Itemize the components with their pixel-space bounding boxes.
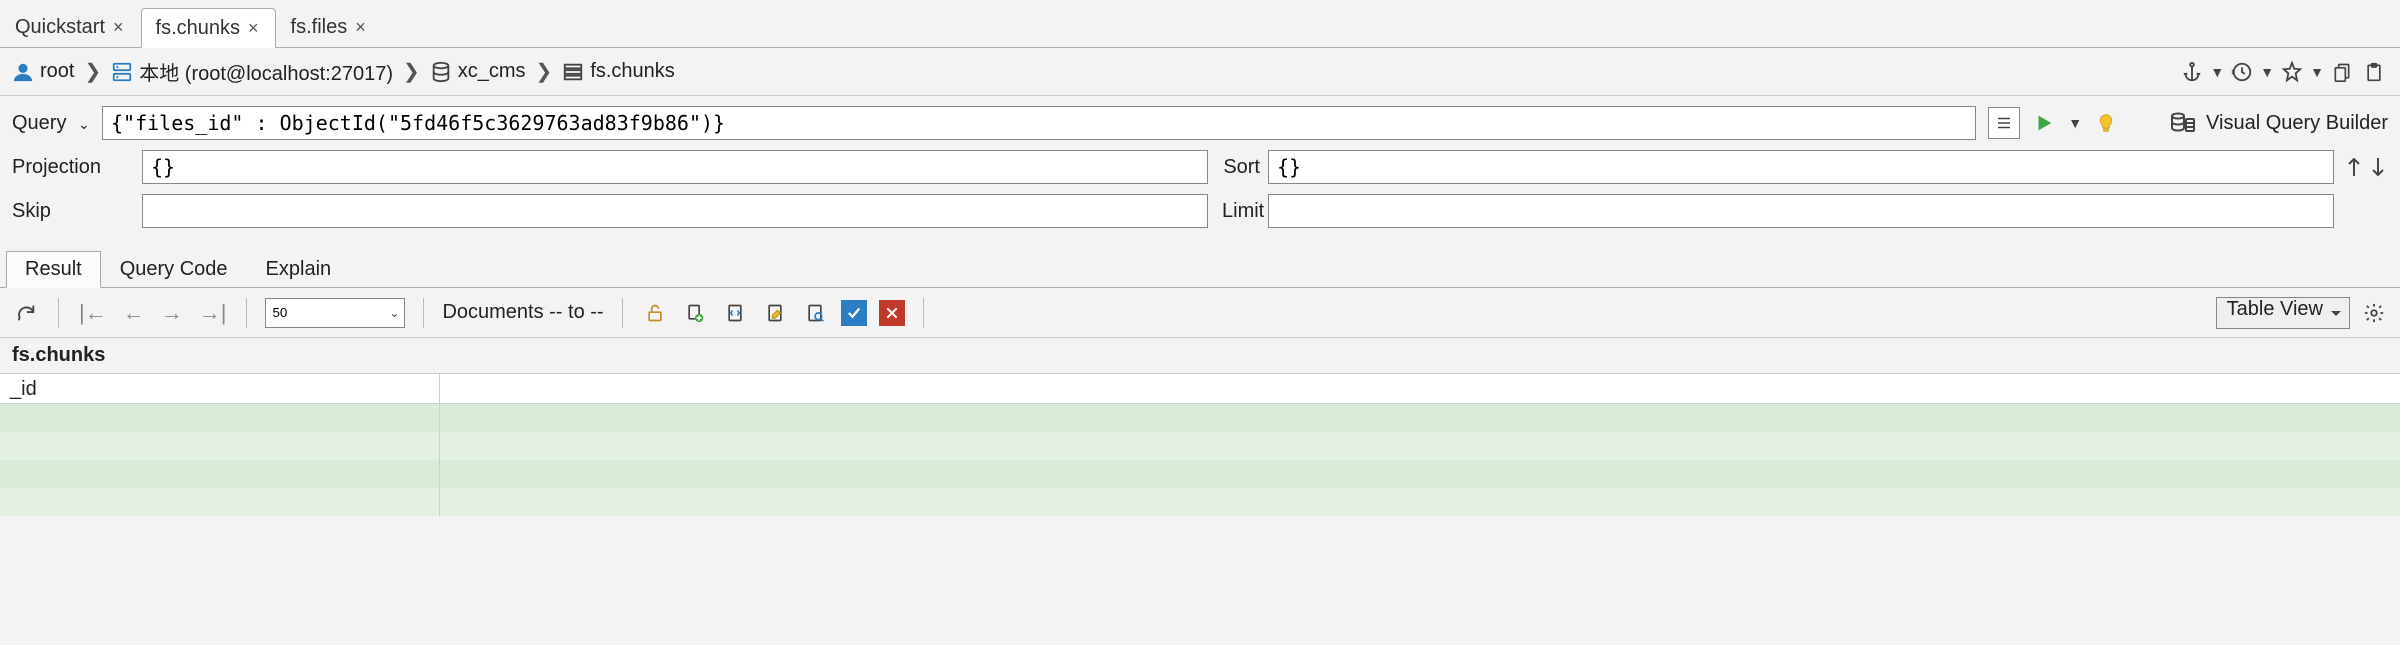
chevron-right-icon: ❯ (532, 59, 557, 84)
skip-input[interactable] (142, 194, 1208, 228)
separator (423, 298, 424, 328)
separator (246, 298, 247, 328)
dropdown-caret-icon[interactable]: ▼ (2260, 64, 2274, 80)
tab-label: Quickstart (15, 16, 105, 39)
query-label: Query ⌄ (12, 112, 102, 135)
edit-document-icon[interactable] (761, 299, 789, 327)
projection-input[interactable] (142, 150, 1208, 184)
result-tab-explain[interactable]: Explain (247, 251, 351, 287)
chevron-right-icon: ❯ (399, 59, 424, 84)
table-row[interactable] (0, 432, 2400, 460)
close-icon[interactable]: × (355, 17, 366, 38)
validate-icon[interactable] (841, 300, 867, 326)
chevron-down-icon[interactable]: ⌄ (72, 116, 90, 132)
skip-label: Skip (12, 200, 142, 223)
sort-label: Sort (1208, 156, 1268, 179)
breadcrumb-connection[interactable]: 本地 (root@localhost:27017) (139, 57, 393, 86)
grid-collection-title: fs.chunks (0, 338, 2400, 374)
breadcrumb-bar: root ❯ 本地 (root@localhost:27017) ❯ xc_cm… (0, 48, 2400, 96)
result-grid: _id (0, 374, 2400, 516)
delete-icon[interactable] (879, 300, 905, 326)
visual-builder-icon (2170, 111, 2196, 135)
copy-icon[interactable] (2328, 58, 2356, 86)
tab-quickstart[interactable]: Quickstart × (0, 7, 141, 47)
projection-label: Projection (12, 156, 142, 179)
chevron-right-icon: ❯ (80, 59, 105, 84)
close-icon[interactable]: × (248, 18, 259, 39)
dropdown-caret-icon[interactable]: ▼ (2068, 115, 2082, 131)
tab-label: fs.chunks (156, 17, 240, 40)
tab-fs-chunks[interactable]: fs.chunks × (141, 8, 276, 48)
database-icon (430, 61, 452, 83)
table-row[interactable] (0, 404, 2400, 432)
view-document-icon[interactable] (801, 299, 829, 327)
paste-icon[interactable] (2360, 58, 2388, 86)
separator (923, 298, 924, 328)
collection-icon (562, 61, 584, 83)
query-panel: Query ⌄ ▼ Visual Query Builder Projectio… (0, 96, 2400, 244)
refresh-icon[interactable] (12, 299, 40, 327)
separator (622, 298, 623, 328)
close-icon[interactable]: × (113, 17, 124, 38)
breadcrumb-user[interactable]: root (40, 60, 74, 83)
next-page-icon[interactable]: → (159, 300, 185, 326)
history-icon[interactable] (2228, 58, 2256, 86)
last-page-icon[interactable]: →| (197, 300, 229, 326)
star-icon[interactable] (2278, 58, 2306, 86)
server-icon (111, 61, 133, 83)
gear-icon[interactable] (2360, 299, 2388, 327)
dropdown-caret-icon[interactable]: ▼ (2310, 64, 2324, 80)
hint-icon[interactable] (2092, 109, 2120, 137)
view-mode-select[interactable]: Table View (2216, 297, 2350, 329)
options-icon[interactable] (1988, 107, 2020, 139)
breadcrumb-collection[interactable]: fs.chunks (590, 60, 674, 83)
first-page-icon[interactable]: |← (77, 300, 109, 326)
sort-asc-icon[interactable] (2344, 153, 2364, 181)
add-document-icon[interactable] (681, 299, 709, 327)
result-toolbar: |← ← → →| ⌄ Documents -- to -- Table Vie… (0, 288, 2400, 338)
export-json-icon[interactable] (721, 299, 749, 327)
result-tabs: Result Query Code Explain (0, 248, 2400, 288)
document-range-text: Documents -- to -- (442, 301, 603, 324)
sort-desc-icon[interactable] (2368, 153, 2388, 181)
prev-page-icon[interactable]: ← (121, 300, 147, 326)
grid-body (0, 404, 2400, 516)
visual-query-builder-link[interactable]: Visual Query Builder (2206, 112, 2388, 135)
anchor-icon[interactable] (2178, 58, 2206, 86)
limit-input[interactable] (1268, 194, 2334, 228)
tab-fs-files[interactable]: fs.files × (276, 7, 383, 47)
dropdown-caret-icon[interactable]: ▼ (2210, 64, 2224, 80)
top-tabs: Quickstart × fs.chunks × fs.files × (0, 0, 2400, 48)
unlock-icon[interactable] (641, 299, 669, 327)
run-query-button[interactable] (2030, 109, 2058, 137)
column-header-id[interactable]: _id (0, 374, 440, 403)
table-row[interactable] (0, 460, 2400, 488)
tab-label: fs.files (291, 16, 348, 39)
limit-label: Limit (1208, 200, 1268, 223)
grid-header-row: _id (0, 374, 2400, 404)
table-row[interactable] (0, 488, 2400, 516)
separator (58, 298, 59, 328)
user-icon (12, 61, 34, 83)
breadcrumb-database[interactable]: xc_cms (458, 60, 526, 83)
result-tab-result[interactable]: Result (6, 251, 101, 288)
result-tab-query-code[interactable]: Query Code (101, 251, 247, 287)
query-input[interactable] (102, 106, 1976, 140)
sort-input[interactable] (1268, 150, 2334, 184)
page-size-select[interactable] (265, 298, 405, 328)
